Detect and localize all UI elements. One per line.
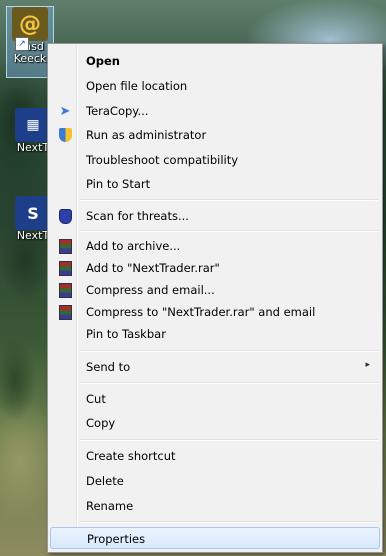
- teracopy-icon: ➤: [59, 103, 71, 119]
- shortcut-arrow-icon: ↗: [15, 37, 29, 51]
- menu-item-delete[interactable]: Delete: [50, 470, 380, 492]
- menu-item-scan-for-threats[interactable]: Scan for threats...: [50, 205, 380, 227]
- menu-item-label: Cut: [86, 392, 106, 406]
- menu-item-label: Rename: [86, 499, 134, 513]
- menu-item-cut[interactable]: Cut: [50, 388, 380, 410]
- menu-item-label: Open: [86, 54, 120, 68]
- menu-item-label: Delete: [86, 474, 124, 488]
- antivirus-icon: [57, 208, 73, 224]
- menu-item-label: Scan for threats...: [86, 209, 189, 223]
- menu-item-label: Troubleshoot compatibility: [86, 153, 239, 167]
- menu-separator: [80, 350, 378, 352]
- menu-item-pin-to-start[interactable]: Pin to Start: [50, 173, 380, 195]
- menu-item-open-file-location[interactable]: Open file location: [50, 75, 380, 97]
- winrar-icon: [57, 282, 73, 298]
- app-icon: S: [15, 196, 51, 230]
- menu-item-label: Add to "NextTrader.rar": [86, 261, 220, 275]
- menu-separator: [80, 382, 378, 384]
- submenu-arrow-icon: ▸: [365, 360, 370, 370]
- menu-item-compress-to-rar-and-email[interactable]: Compress to "NextTrader.rar" and email: [50, 301, 380, 323]
- menu-item-create-shortcut[interactable]: Create shortcut: [50, 445, 380, 467]
- menu-item-label: Compress and email...: [86, 283, 215, 297]
- menu-item-label: Create shortcut: [86, 449, 176, 463]
- menu-item-label: Properties: [87, 532, 146, 546]
- winrar-icon: [57, 260, 73, 276]
- menu-item-label: Open file location: [86, 79, 188, 93]
- menu-separator: [80, 230, 378, 232]
- menu-item-label: Add to archive...: [86, 239, 181, 253]
- context-menu: Open Open file location ➤ TeraCopy... Ru…: [47, 43, 383, 553]
- menu-item-open[interactable]: Open: [50, 50, 380, 72]
- app-icon: ▦: [15, 108, 51, 142]
- menu-item-troubleshoot[interactable]: Troubleshoot compatibility: [50, 149, 380, 171]
- menu-item-pin-to-taskbar[interactable]: Pin to Taskbar: [50, 323, 380, 345]
- menu-item-send-to[interactable]: Send to ▸: [50, 356, 380, 378]
- menu-item-copy[interactable]: Copy: [50, 412, 380, 434]
- menu-item-label: Run as administrator: [86, 128, 207, 142]
- winrar-icon: [57, 304, 73, 320]
- menu-item-label: Pin to Taskbar: [86, 327, 166, 341]
- menu-item-properties[interactable]: Properties: [50, 527, 380, 549]
- menu-item-rename[interactable]: Rename: [50, 495, 380, 517]
- menu-item-label: Compress to "NextTrader.rar" and email: [86, 305, 316, 319]
- shield-icon: [57, 127, 73, 143]
- menu-item-teracopy[interactable]: ➤ TeraCopy...: [50, 100, 380, 122]
- menu-item-label: Copy: [86, 416, 116, 430]
- winrar-icon: [57, 238, 73, 254]
- menu-separator: [80, 439, 378, 441]
- menu-item-compress-and-email[interactable]: Compress and email...: [50, 279, 380, 301]
- menu-item-run-as-admin[interactable]: Run as administrator: [50, 124, 380, 146]
- menu-item-add-to-rar[interactable]: Add to "NextTrader.rar": [50, 257, 380, 279]
- menu-item-label: Pin to Start: [86, 177, 151, 191]
- menu-item-add-to-archive[interactable]: Add to archive...: [50, 235, 380, 257]
- menu-item-label: Send to: [86, 360, 131, 374]
- menu-separator: [80, 199, 378, 201]
- menu-item-label: TeraCopy...: [86, 104, 149, 118]
- menu-separator: [80, 521, 378, 523]
- app-icon: @: [12, 7, 48, 41]
